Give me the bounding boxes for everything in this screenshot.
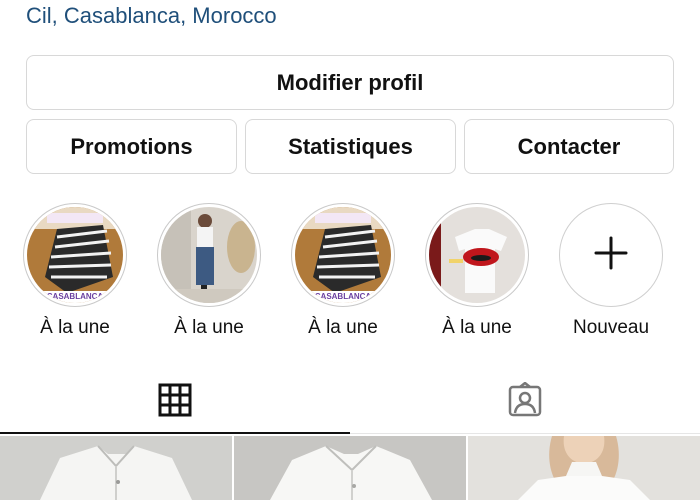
highlight-ring: CASABLANCA: [291, 203, 395, 307]
post-thumbnail[interactable]: [234, 436, 466, 500]
promotions-button[interactable]: Promotions: [26, 119, 237, 174]
contact-button[interactable]: Contacter: [464, 119, 674, 174]
highlight-thumbnail: [161, 207, 257, 303]
statistics-button[interactable]: Statistiques: [245, 119, 456, 174]
highlight-item[interactable]: À la une: [424, 203, 530, 343]
plus-icon: [594, 236, 628, 275]
new-highlight-button[interactable]: Nouveau: [558, 203, 664, 343]
post-thumbnail[interactable]: [0, 436, 232, 500]
highlight-label: Nouveau: [572, 317, 650, 338]
highlight-ring: CASABLANCA: [23, 203, 127, 307]
highlight-item[interactable]: CASABLANCA À la une: [22, 203, 128, 343]
highlight-thumbnail: [429, 207, 525, 303]
highlight-thumbnail: CASABLANCA: [27, 207, 123, 303]
tagged-person-icon: [507, 381, 543, 423]
highlight-label: À la une: [442, 317, 512, 338]
highlight-thumb-text: CASABLANCA: [46, 292, 104, 301]
profile-location: Cil, Casablanca, Morocco: [26, 3, 277, 28]
highlight-ring: [425, 203, 529, 307]
tab-grid[interactable]: [0, 372, 350, 434]
edit-profile-button[interactable]: Modifier profil: [26, 55, 674, 110]
new-highlight-ring: [559, 203, 663, 307]
highlight-label: À la une: [40, 317, 110, 338]
highlight-label: À la une: [174, 317, 244, 338]
post-thumbnail[interactable]: [468, 436, 700, 500]
highlight-item[interactable]: CASABLANCA À la une: [290, 203, 396, 343]
tab-tagged[interactable]: [350, 372, 700, 434]
highlight-ring: [157, 203, 261, 307]
grid-icon: [158, 383, 192, 422]
highlight-thumbnail: CASABLANCA: [295, 207, 391, 303]
highlight-label: À la une: [308, 317, 378, 338]
highlight-thumb-text: CASABLANCA: [314, 292, 372, 301]
highlight-item[interactable]: À la une: [156, 203, 262, 343]
